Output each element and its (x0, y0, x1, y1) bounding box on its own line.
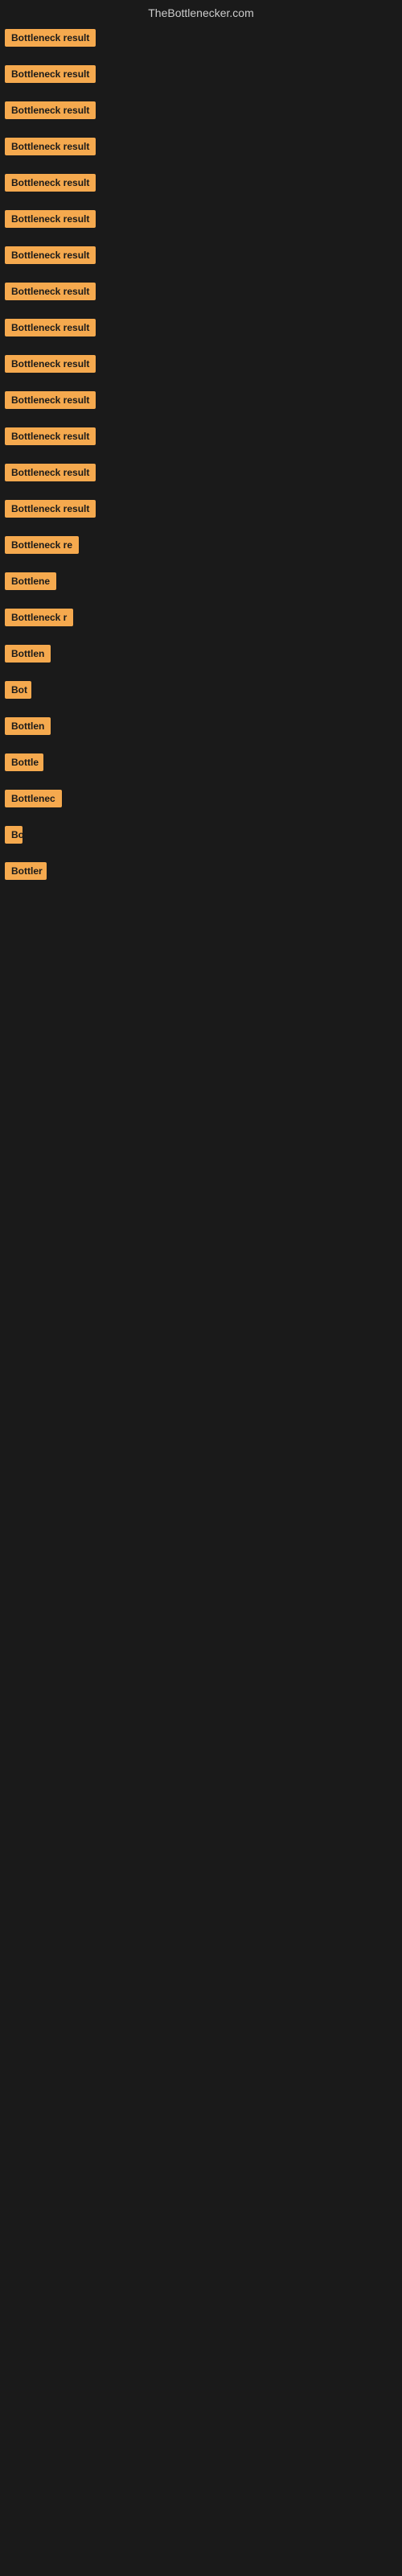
bottleneck-result-badge[interactable]: Bottleneck result (5, 138, 96, 155)
bottleneck-result-badge[interactable]: Bottleneck r (5, 609, 73, 626)
list-item: Bottleneck result (5, 391, 402, 413)
list-item: Bottleneck r (5, 609, 402, 630)
list-item: Bottleneck result (5, 174, 402, 196)
bottleneck-result-badge[interactable]: Bottlenec (5, 790, 62, 807)
list-item: Bottleneck result (5, 427, 402, 449)
bottleneck-result-badge[interactable]: Bottler (5, 862, 47, 880)
bottleneck-result-badge[interactable]: Bottleneck result (5, 500, 96, 518)
list-item: Bottler (5, 862, 402, 884)
bottleneck-result-badge[interactable]: Bottleneck result (5, 464, 96, 481)
list-item: Bottlen (5, 717, 402, 739)
list-item: Bottle (5, 753, 402, 775)
list-item: Bottlene (5, 572, 402, 594)
bottleneck-result-badge[interactable]: Bottleneck result (5, 427, 96, 445)
list-item: Bottleneck result (5, 319, 402, 341)
list-item: Bottleneck result (5, 355, 402, 377)
list-item: Bottleneck result (5, 65, 402, 87)
list-item: Bottlenec (5, 790, 402, 811)
bottleneck-result-badge[interactable]: Bottleneck result (5, 174, 96, 192)
bottleneck-result-badge[interactable]: Bottleneck result (5, 391, 96, 409)
bottleneck-result-badge[interactable]: Bottleneck result (5, 355, 96, 373)
list-item: Bottleneck result (5, 138, 402, 159)
bottleneck-result-badge[interactable]: Bottlene (5, 572, 56, 590)
site-title: TheBottlenecker.com (148, 6, 254, 19)
bottleneck-result-badge[interactable]: Bottleneck result (5, 246, 96, 264)
list-item: Bottleneck result (5, 464, 402, 485)
list-item: Bottleneck result (5, 29, 402, 51)
list-item: Bottleneck result (5, 283, 402, 304)
list-item: Bottleneck result (5, 210, 402, 232)
bottleneck-result-badge[interactable]: Bot (5, 681, 31, 699)
list-item: Bottlen (5, 645, 402, 667)
items-container: Bottleneck result Bottleneck result Bottle… (0, 29, 402, 884)
site-header: TheBottlenecker.com (0, 0, 402, 29)
list-item: Bot (5, 681, 402, 703)
bottleneck-result-badge[interactable]: Bo (5, 826, 23, 844)
bottleneck-result-badge[interactable]: Bottleneck result (5, 29, 96, 47)
bottleneck-result-badge[interactable]: Bottleneck result (5, 319, 96, 336)
list-item: Bottleneck result (5, 246, 402, 268)
bottleneck-result-badge[interactable]: Bottleneck result (5, 210, 96, 228)
bottleneck-result-badge[interactable]: Bottleneck result (5, 101, 96, 119)
bottleneck-result-badge[interactable]: Bottleneck re (5, 536, 79, 554)
list-item: Bottleneck result (5, 500, 402, 522)
bottleneck-result-badge[interactable]: Bottleneck result (5, 65, 96, 83)
bottleneck-result-badge[interactable]: Bottlen (5, 717, 51, 735)
list-item: Bottleneck result (5, 101, 402, 123)
list-item: Bottleneck re (5, 536, 402, 558)
list-item: Bo (5, 826, 402, 848)
bottleneck-result-badge[interactable]: Bottleneck result (5, 283, 96, 300)
bottleneck-result-badge[interactable]: Bottlen (5, 645, 51, 663)
bottleneck-result-badge[interactable]: Bottle (5, 753, 43, 771)
